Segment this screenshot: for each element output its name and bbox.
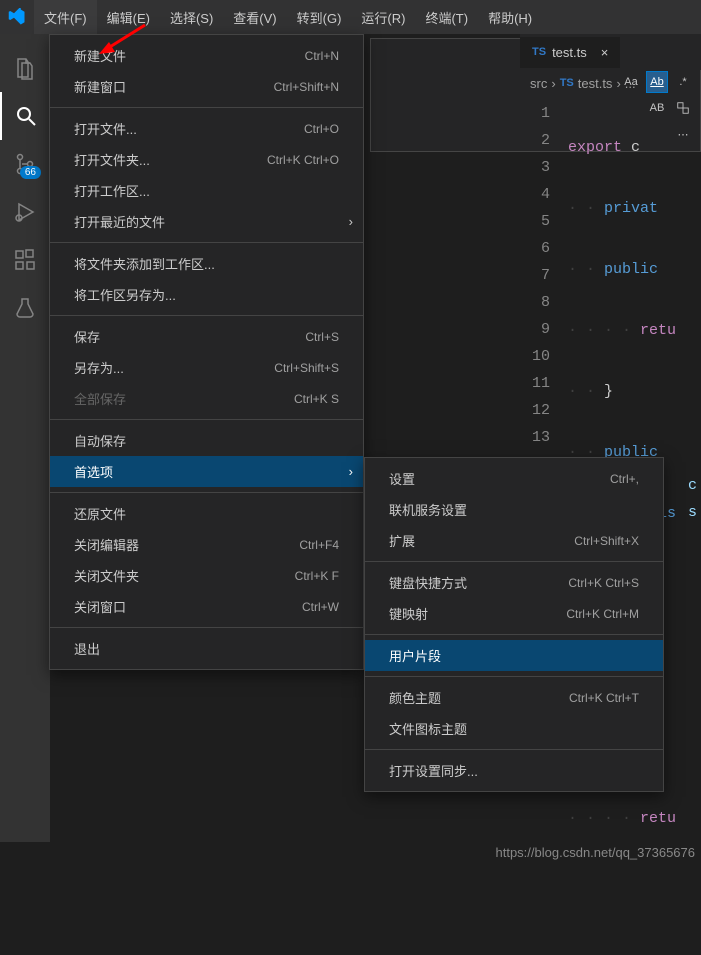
breadcrumb-more[interactable]: ... bbox=[625, 76, 636, 91]
menu-item-关闭编辑器[interactable]: 关闭编辑器Ctrl+F4 bbox=[50, 529, 363, 560]
menu-item-还原文件[interactable]: 还原文件 bbox=[50, 498, 363, 529]
editor-tabs: TS test.ts × bbox=[520, 34, 701, 70]
close-icon[interactable]: × bbox=[601, 45, 609, 60]
search-icon[interactable] bbox=[0, 92, 50, 140]
menu-文件(F)[interactable]: 文件(F) bbox=[34, 0, 97, 34]
menu-item-自动保存[interactable]: 自动保存 bbox=[50, 425, 363, 456]
chevron-right-icon: › bbox=[616, 76, 620, 91]
menu-item-打开文件...[interactable]: 打开文件...Ctrl+O bbox=[50, 113, 363, 144]
menu-编辑(E)[interactable]: 编辑(E) bbox=[97, 0, 160, 34]
menu-item-关闭窗口[interactable]: 关闭窗口Ctrl+W bbox=[50, 591, 363, 622]
menu-item-打开最近的文件[interactable]: 打开最近的文件› bbox=[50, 206, 363, 237]
menu-转到(G)[interactable]: 转到(G) bbox=[287, 0, 352, 34]
menu-选择(S)[interactable]: 选择(S) bbox=[160, 0, 223, 34]
menu-item-将工作区另存为...[interactable]: 将工作区另存为... bbox=[50, 279, 363, 310]
menu-item-联机服务设置[interactable]: 联机服务设置 bbox=[365, 494, 663, 525]
explorer-icon[interactable] bbox=[0, 44, 50, 92]
menu-item-用户片段[interactable]: 用户片段 bbox=[365, 640, 663, 671]
menu-item-键映射[interactable]: 键映射Ctrl+K Ctrl+M bbox=[365, 598, 663, 629]
breadcrumb[interactable]: src › TS test.ts › ... bbox=[530, 70, 701, 96]
preferences-submenu: 设置Ctrl+,联机服务设置扩展Ctrl+Shift+X 键盘快捷方式Ctrl+K… bbox=[364, 457, 664, 792]
menu-item-扩展[interactable]: 扩展Ctrl+Shift+X bbox=[365, 525, 663, 556]
vscode-logo-icon bbox=[8, 8, 26, 26]
menu-item-键盘快捷方式[interactable]: 键盘快捷方式Ctrl+K Ctrl+S bbox=[365, 567, 663, 598]
menu-item-打开文件夹...[interactable]: 打开文件夹...Ctrl+K Ctrl+O bbox=[50, 144, 363, 175]
menu-item-打开设置同步...[interactable]: 打开设置同步... bbox=[365, 755, 663, 786]
extensions-icon[interactable] bbox=[0, 236, 50, 284]
menu-item-将文件夹添加到工作区...[interactable]: 将文件夹添加到工作区... bbox=[50, 248, 363, 279]
breadcrumb-file[interactable]: test.ts bbox=[578, 76, 613, 91]
chevron-right-icon: › bbox=[349, 214, 353, 229]
chevron-right-icon: › bbox=[349, 464, 353, 479]
tab-test-ts[interactable]: TS test.ts × bbox=[520, 37, 620, 68]
menu-查看(V)[interactable]: 查看(V) bbox=[223, 0, 286, 34]
menu-item-保存[interactable]: 保存Ctrl+S bbox=[50, 321, 363, 352]
file-menu-dropdown: 新建文件Ctrl+N新建窗口Ctrl+Shift+N打开文件...Ctrl+O打… bbox=[49, 34, 364, 670]
scm-badge: 66 bbox=[20, 166, 41, 179]
menu-item-设置[interactable]: 设置Ctrl+, bbox=[365, 463, 663, 494]
menu-帮助(H)[interactable]: 帮助(H) bbox=[478, 0, 542, 34]
ts-file-icon: TS bbox=[532, 46, 546, 58]
tab-label: test.ts bbox=[552, 45, 587, 60]
menu-item-关闭文件夹[interactable]: 关闭文件夹Ctrl+K F bbox=[50, 560, 363, 591]
titlebar: 文件(F)编辑(E)选择(S)查看(V)转到(G)运行(R)终端(T)帮助(H) bbox=[0, 0, 701, 34]
run-debug-icon[interactable] bbox=[0, 188, 50, 236]
menu-item-新建文件[interactable]: 新建文件Ctrl+N bbox=[50, 40, 363, 71]
test-icon[interactable] bbox=[0, 284, 50, 332]
source-control-icon[interactable]: 66 bbox=[0, 140, 50, 188]
activity-bar: 66 bbox=[0, 34, 50, 842]
breadcrumb-folder[interactable]: src bbox=[530, 76, 547, 91]
menu-运行(R)[interactable]: 运行(R) bbox=[351, 0, 415, 34]
menu-item-打开工作区...[interactable]: 打开工作区... bbox=[50, 175, 363, 206]
chevron-right-icon: › bbox=[551, 76, 555, 91]
ts-file-icon: TS bbox=[560, 77, 574, 89]
menu-item-首选项[interactable]: 首选项› bbox=[50, 456, 363, 487]
menu-item-新建窗口[interactable]: 新建窗口Ctrl+Shift+N bbox=[50, 71, 363, 102]
menu-item-全部保存[interactable]: 全部保存Ctrl+K S bbox=[50, 383, 363, 414]
menu-item-文件图标主题[interactable]: 文件图标主题 bbox=[365, 713, 663, 744]
menu-终端(T)[interactable]: 终端(T) bbox=[415, 0, 478, 34]
menu-item-另存为...[interactable]: 另存为...Ctrl+Shift+S bbox=[50, 352, 363, 383]
menu-item-颜色主题[interactable]: 颜色主题Ctrl+K Ctrl+T bbox=[365, 682, 663, 713]
menu-item-退出[interactable]: 退出 bbox=[50, 633, 363, 664]
